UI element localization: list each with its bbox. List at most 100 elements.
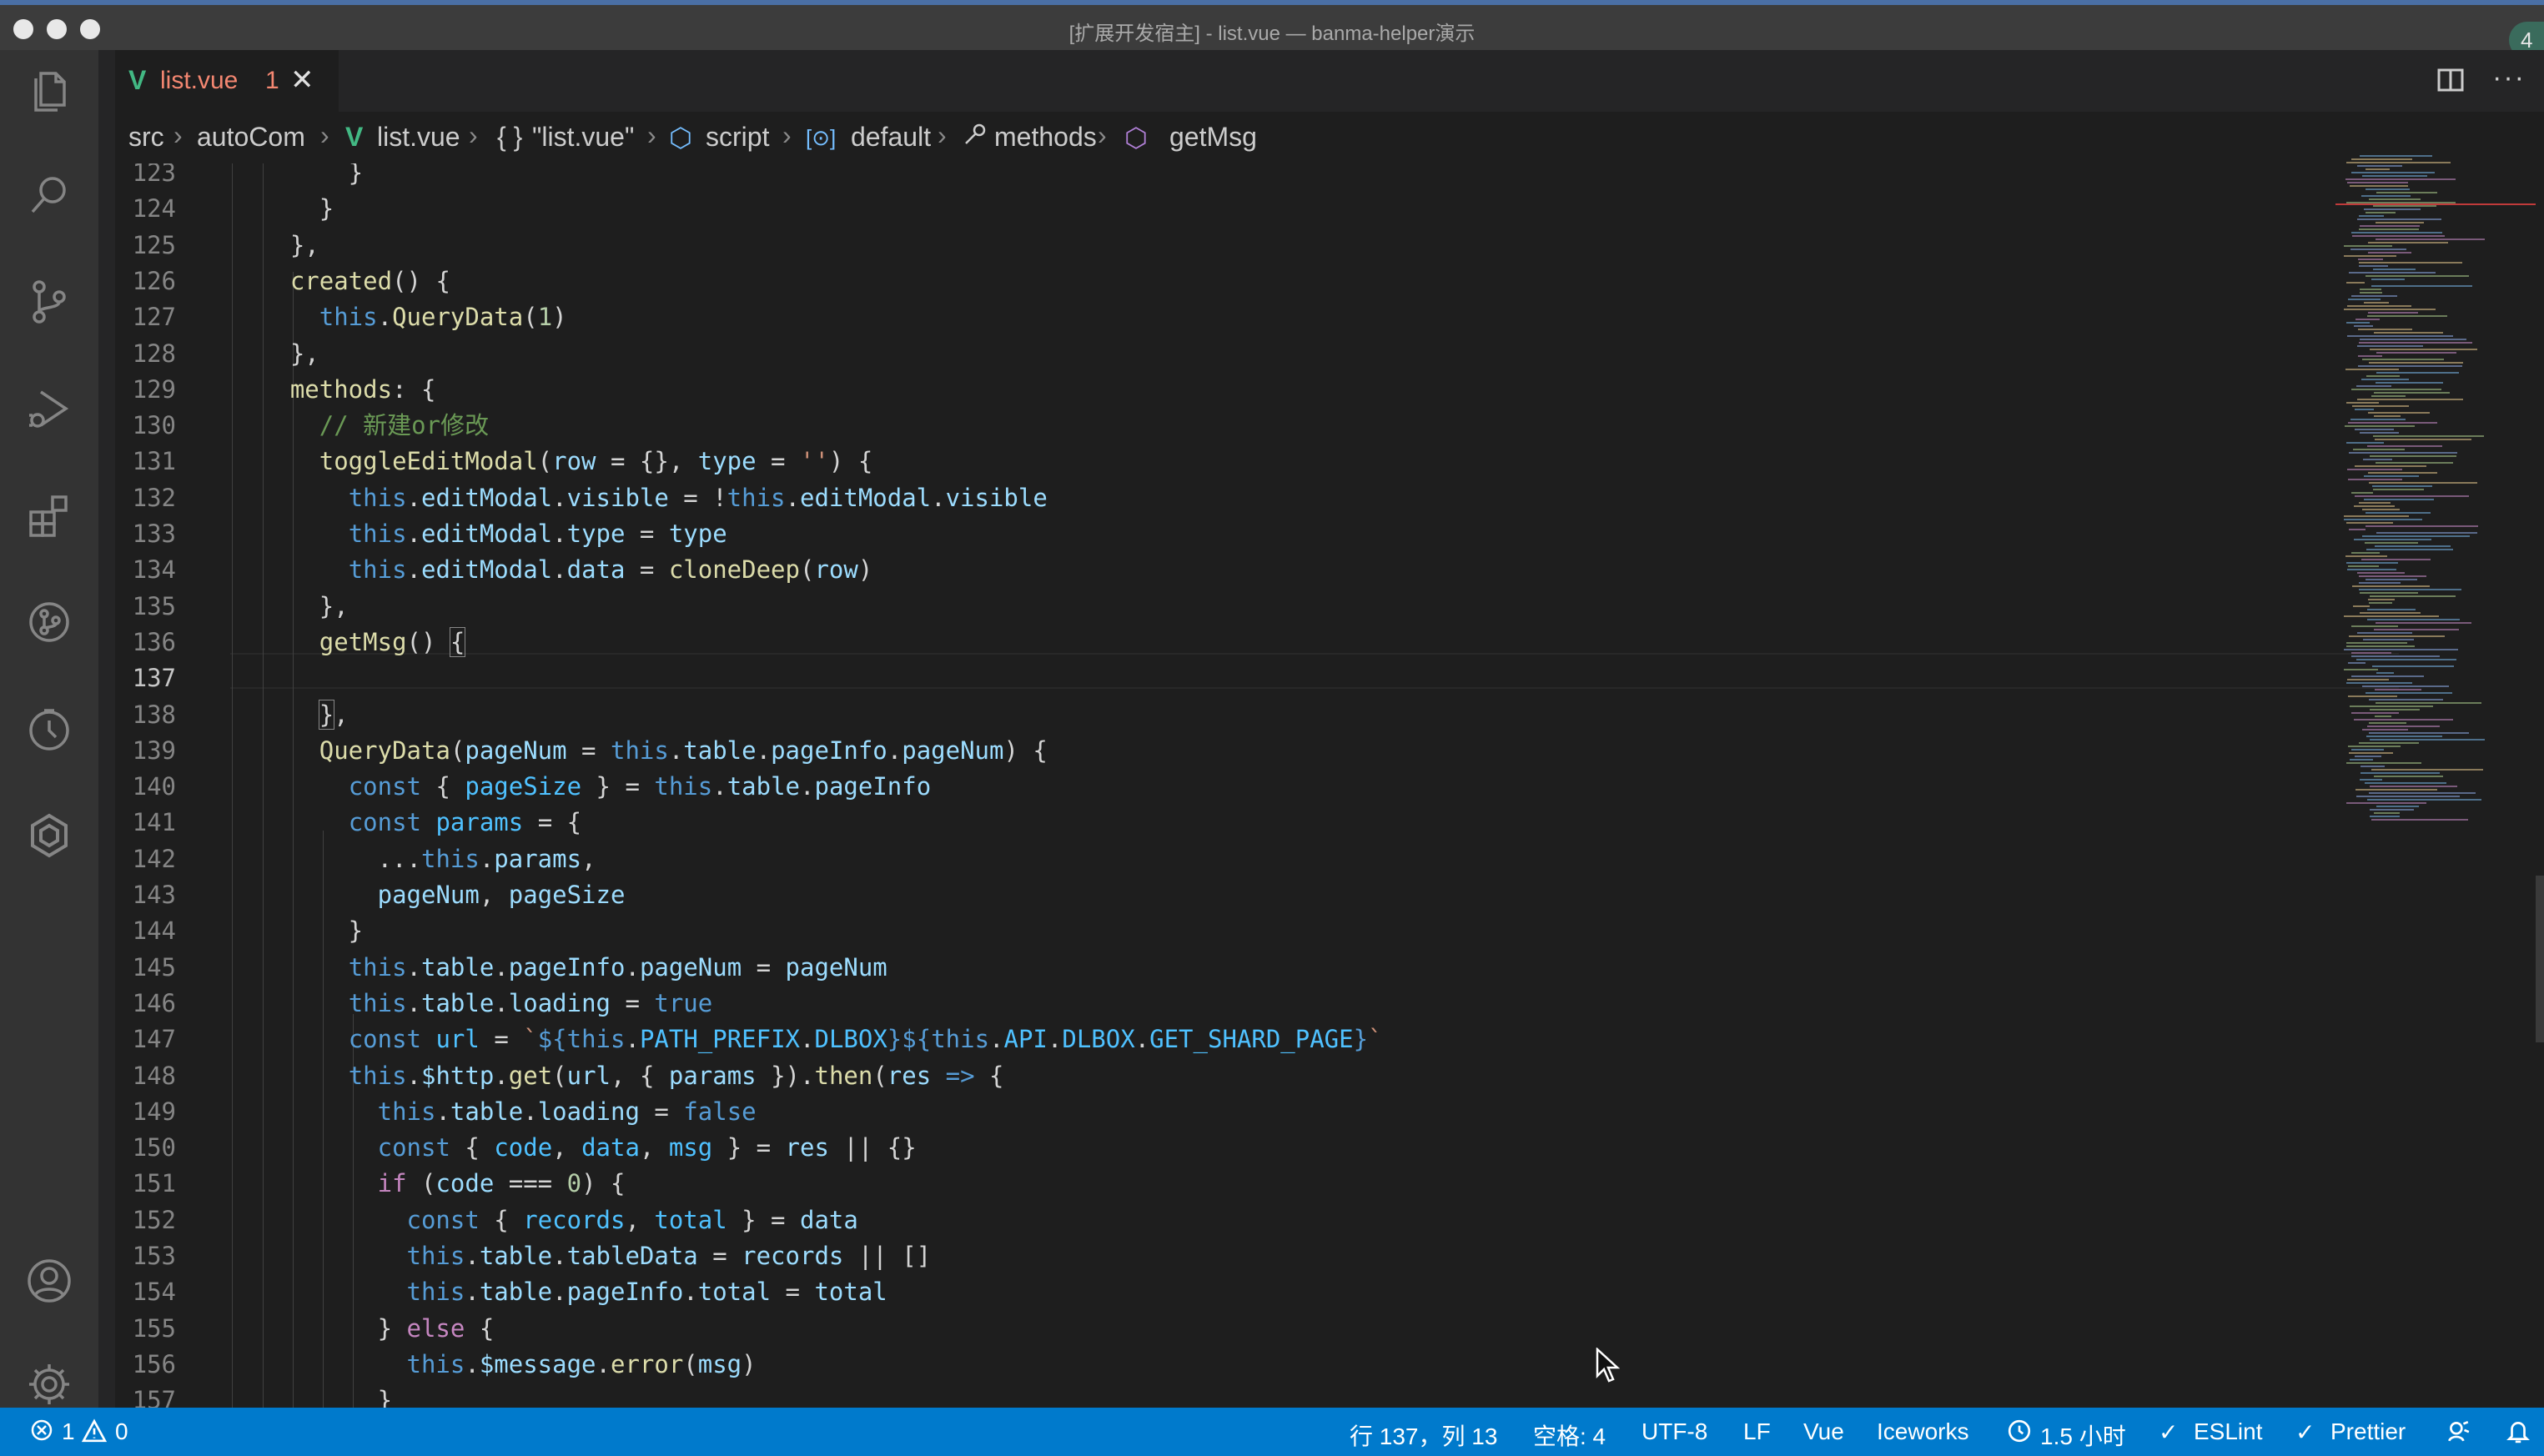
breadcrumb-src[interactable]: src: [128, 122, 164, 153]
warning-count[interactable]: 0: [115, 1418, 128, 1445]
run-debug-button[interactable]: [23, 382, 76, 435]
scrollbar-thumb[interactable]: [2536, 876, 2544, 1042]
feedback-icon[interactable]: [2446, 1418, 2471, 1449]
minimap-line: [2347, 469, 2402, 470]
code-line[interactable]: 146 this.table.loading = true: [115, 986, 2350, 1022]
code-text: } else {: [232, 1313, 495, 1343]
code-line[interactable]: 129 methods: {: [115, 372, 2350, 408]
search-button[interactable]: [23, 168, 76, 222]
cursor-position[interactable]: 行 137，列 13: [1350, 1418, 1497, 1452]
breadcrumb-default[interactable]: default: [851, 122, 931, 153]
iceworks-status[interactable]: Iceworks: [1877, 1418, 1968, 1445]
minimap-line: [2353, 449, 2405, 450]
code-text: ...this.params,: [232, 844, 596, 873]
code-line[interactable]: 139 QueryData(pageNum = this.table.pageI…: [115, 733, 2350, 769]
line-number: 154: [132, 1278, 176, 1307]
minimap-line: [2349, 452, 2457, 454]
close-icon[interactable]: ✕: [290, 63, 314, 97]
code-line[interactable]: 134 this.editModal.data = cloneDeep(row): [115, 552, 2350, 588]
end-of-line[interactable]: LF: [1743, 1418, 1771, 1445]
breadcrumb-list-vue[interactable]: list.vue: [377, 122, 460, 153]
extensions-icon: [29, 495, 68, 537]
language-mode[interactable]: Vue: [1803, 1418, 1844, 1445]
code-line[interactable]: 155 } else {: [115, 1311, 2350, 1347]
code-line[interactable]: 130 // 新建or修改: [115, 408, 2350, 444]
code-line[interactable]: 137: [115, 660, 2350, 696]
tab-list-vue[interactable]: V list.vue 1 ✕: [115, 50, 339, 112]
minimap-line: [2356, 385, 2391, 387]
code-line[interactable]: 133 this.editModal.type = type: [115, 516, 2350, 552]
accounts-button[interactable]: [23, 1254, 76, 1308]
minimap-line: [2370, 816, 2400, 817]
code-line[interactable]: 144 }: [115, 913, 2350, 949]
minimap-line: [2358, 355, 2382, 357]
code-editor[interactable]: 123 } 124 } 125 }, 126 created() {127 this.…: [115, 163, 2544, 1408]
minimap-line: [2362, 175, 2427, 177]
breadcrumb-methods[interactable]: methods: [994, 122, 1097, 153]
code-line[interactable]: 152 const { records, total } = data: [115, 1202, 2350, 1238]
minimap-line: [2360, 432, 2399, 434]
minimap-line: [2354, 325, 2373, 327]
code-line[interactable]: 136 getMsg() {: [115, 625, 2350, 660]
minimap-line: [2366, 275, 2469, 277]
breadcrumb-getmsg[interactable]: getMsg: [1169, 122, 1257, 153]
code-line[interactable]: 141 const params = {: [115, 805, 2350, 841]
code-line[interactable]: 153 this.table.tableData = records || []: [115, 1238, 2350, 1274]
indentation[interactable]: 空格: 4: [1533, 1418, 1606, 1452]
minimap-line: [2360, 772, 2440, 774]
code-line[interactable]: 132 this.editModal.visible = !this.editM…: [115, 480, 2350, 516]
code-line[interactable]: 125 },: [115, 228, 2350, 264]
iceworks-button[interactable]: [23, 809, 76, 862]
code-line[interactable]: 151 if (code === 0) {: [115, 1166, 2350, 1202]
minimap-line: [2355, 495, 2469, 497]
minimap-line: [2362, 535, 2470, 537]
minimap-line: [2371, 769, 2483, 771]
error-count[interactable]: 1: [62, 1418, 75, 1445]
breadcrumb-list-vue-object[interactable]: "list.vue": [532, 122, 634, 153]
extensions-button[interactable]: [23, 489, 76, 542]
minimap-line: [2376, 462, 2453, 464]
manage-button[interactable]: [23, 1358, 76, 1411]
minimap-line: [2369, 722, 2406, 724]
code-line[interactable]: 127 this.QueryData(1): [115, 299, 2350, 335]
minimap-line: [2351, 655, 2440, 657]
minimap-line: [2376, 192, 2437, 193]
code-line[interactable]: 128 },: [115, 336, 2350, 372]
minimap-line: [2376, 806, 2419, 807]
code-line[interactable]: 149 this.table.loading = false: [115, 1094, 2350, 1130]
code-line[interactable]: 138 },: [115, 697, 2350, 733]
code-line[interactable]: 124 }: [115, 191, 2350, 227]
code-line[interactable]: 150 const { code, data, msg } = res || {…: [115, 1130, 2350, 1166]
explorer-button[interactable]: [23, 62, 76, 115]
split-editor-button[interactable]: [2434, 63, 2467, 97]
git-graph-button[interactable]: [23, 595, 76, 649]
timeline-button[interactable]: [23, 702, 76, 756]
more-actions-icon[interactable]: ···: [2492, 62, 2526, 94]
code-line[interactable]: 156 this.$message.error(msg): [115, 1347, 2350, 1383]
breadcrumb-script[interactable]: script: [706, 122, 769, 153]
code-line[interactable]: 142 ...this.params,: [115, 841, 2350, 877]
code-line[interactable]: 157 }: [115, 1383, 2350, 1408]
eslint-status[interactable]: ESLint: [2194, 1418, 2263, 1445]
code-line[interactable]: 148 this.$http.get(url, { params }).then…: [115, 1058, 2350, 1094]
minimap-line: [2366, 579, 2417, 580]
code-line[interactable]: 147 const url = `${this.PATH_PREFIX.DLBO…: [115, 1022, 2350, 1057]
notifications-bell-icon[interactable]: [2506, 1418, 2531, 1449]
source-control-button[interactable]: [23, 275, 76, 329]
code-line[interactable]: 135 },: [115, 589, 2350, 625]
minimap-line: [2368, 252, 2411, 254]
minimap-line: [2351, 749, 2384, 751]
minimap[interactable]: [2335, 155, 2544, 839]
code-line[interactable]: 131 toggleEditModal(row = {}, type = '')…: [115, 444, 2350, 479]
prettier-status[interactable]: Prettier: [2330, 1418, 2406, 1445]
code-line[interactable]: 154 this.table.pageInfo.total = total: [115, 1274, 2350, 1310]
code-line[interactable]: 126 created() {: [115, 264, 2350, 299]
code-line[interactable]: 143 pageNum, pageSize: [115, 877, 2350, 913]
code-line[interactable]: 145 this.table.pageInfo.pageNum = pageNu…: [115, 950, 2350, 986]
time-tracker[interactable]: 1.5 小时: [2040, 1418, 2126, 1452]
code-line[interactable]: 123 }: [115, 163, 2350, 191]
code-line[interactable]: 140 const { pageSize } = this.table.page…: [115, 769, 2350, 805]
run-debug-icon: [29, 390, 69, 428]
breadcrumb-autocom[interactable]: autoCom: [197, 122, 305, 153]
encoding[interactable]: UTF-8: [1642, 1418, 1707, 1445]
